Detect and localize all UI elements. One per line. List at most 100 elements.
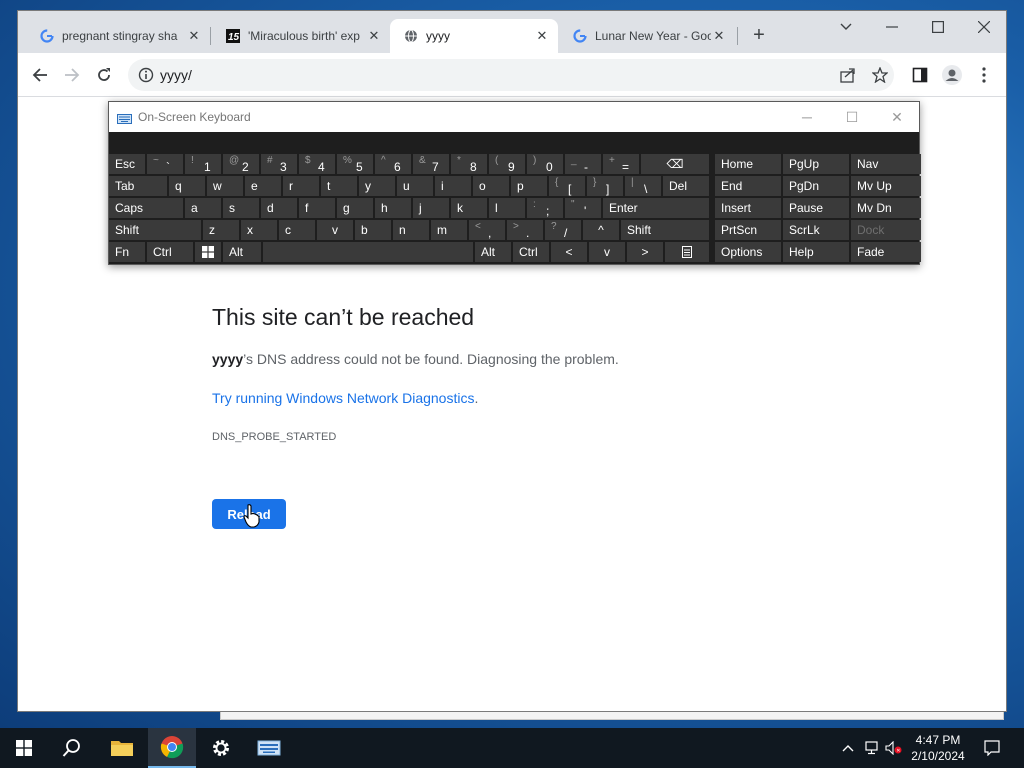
forward-arrow-icon[interactable] [60,63,84,87]
network-diagnostics-link[interactable]: Try running Windows Network Diagnostics [212,390,474,406]
key-⌫[interactable]: ⌫ [641,154,709,174]
more-menu-icon[interactable] [974,65,994,85]
tab-miraculous-birth[interactable]: 15 'Miraculous birth' exp ✕ [212,19,390,53]
key-^[interactable]: ^ [583,220,619,240]
new-tab-button[interactable]: + [748,25,770,47]
key-pgdn[interactable]: PgDn [783,176,849,196]
key-home[interactable]: Home [715,154,781,174]
key-.[interactable]: >. [507,220,543,240]
key-alt[interactable]: Alt [475,242,511,262]
key-insert[interactable]: Insert [715,198,781,218]
share-icon[interactable] [838,65,858,85]
notifications-icon[interactable] [982,738,1002,758]
volume-muted-icon[interactable]: ✕ [884,738,904,758]
key-\[interactable]: | \ [625,176,661,196]
osk-titlebar[interactable]: On-Screen Keyboard ─ ☐ ✕ [109,102,919,132]
key-n[interactable]: n [393,220,429,240]
key-fade[interactable]: Fade [851,242,921,262]
profile-avatar-icon[interactable] [942,65,962,85]
key-mv-up[interactable]: Mv Up [851,176,921,196]
key-r[interactable]: r [283,176,319,196]
key-pause[interactable]: Pause [783,198,849,218]
key-shift[interactable]: Shift [109,220,201,240]
key--[interactable]: _ - [565,154,601,174]
key-esc[interactable]: Esc [109,154,145,174]
key-tab[interactable]: Tab [109,176,167,196]
bookmark-star-icon[interactable] [870,65,890,85]
key-c[interactable]: c [279,220,315,240]
key-s[interactable]: s [223,198,259,218]
key-ctrl[interactable]: Ctrl [147,242,193,262]
key-[[interactable]: {[ [549,176,585,196]
key-alt[interactable]: Alt [223,242,261,262]
key-;[interactable]: :; [527,198,563,218]
key->[interactable]: > [627,242,663,262]
key-w[interactable]: w [207,176,243,196]
key-8[interactable]: * 8 [451,154,487,174]
key-0[interactable]: ) 0 [527,154,563,174]
key-a[interactable]: a [185,198,221,218]
start-windows-icon[interactable] [0,728,48,768]
key-m[interactable]: m [431,220,467,240]
key-u[interactable]: u [397,176,433,196]
back-arrow-icon[interactable] [28,63,52,87]
file-explorer-folder-icon[interactable] [98,728,146,768]
key-help[interactable]: Help [783,242,849,262]
key-v[interactable]: v [317,220,353,240]
key-v[interactable]: v [589,242,625,262]
key-del[interactable]: Del [663,176,709,196]
key-menu-icon[interactable] [665,242,709,262]
osk-maximize-icon[interactable]: ☐ [837,106,867,128]
key-9[interactable]: (9 [489,154,525,174]
key-scrlk[interactable]: ScrLk [783,220,849,240]
key-p[interactable]: p [511,176,547,196]
tab-pregnant-stingray[interactable]: pregnant stingray sha ✕ [26,19,210,53]
show-hidden-icons-chevron-up-icon[interactable] [838,738,858,758]
network-icon[interactable] [862,738,882,758]
key-end[interactable]: End [715,176,781,196]
key-i[interactable]: i [435,176,471,196]
tab-close-icon[interactable]: ✕ [366,28,382,44]
settings-gear-icon[interactable] [197,728,245,768]
key-3[interactable]: #3 [261,154,297,174]
key-h[interactable]: h [375,198,411,218]
tab-close-icon[interactable]: ✕ [534,28,550,44]
tab-search-chevron-down-icon[interactable] [823,11,869,43]
key-pgup[interactable]: PgUp [783,154,849,174]
tab-close-icon[interactable]: ✕ [711,28,727,44]
key-shift[interactable]: Shift [621,220,709,240]
key-e[interactable]: e [245,176,281,196]
key-/[interactable]: ? / [545,220,581,240]
key-g[interactable]: g [337,198,373,218]
chrome-taskbar-icon[interactable] [148,728,196,768]
tab-yyyy[interactable]: yyyy ✕ [390,19,558,53]
key-ctrl[interactable]: Ctrl [513,242,549,262]
search-icon[interactable] [48,728,96,768]
key-d[interactable]: d [261,198,297,218]
key-][interactable]: }] [587,176,623,196]
key-`[interactable]: ~ ` [147,154,183,174]
minimize-icon[interactable] [869,11,915,43]
key-windows-icon[interactable] [195,242,221,262]
key-k[interactable]: k [451,198,487,218]
key-,[interactable]: <, [469,220,505,240]
key-x[interactable]: x [241,220,277,240]
key-o[interactable]: o [473,176,509,196]
key-dock[interactable]: Dock [851,220,921,240]
side-panel-icon[interactable] [910,65,930,85]
key-y[interactable]: y [359,176,395,196]
key-caps[interactable]: Caps [109,198,183,218]
key-7[interactable]: & 7 [413,154,449,174]
key-options[interactable]: Options [715,242,781,262]
address-bar[interactable] [128,59,894,91]
tab-close-icon[interactable]: ✕ [186,28,202,44]
tab-lunar-new-year[interactable]: Lunar New Year - Goo ✕ [559,19,735,53]
on-screen-keyboard-taskbar-icon[interactable] [245,728,293,768]
key-q[interactable]: q [169,176,205,196]
key-5[interactable]: % 5 [337,154,373,174]
key-enter[interactable]: Enter [603,198,709,218]
key-j[interactable]: j [413,198,449,218]
key-1[interactable]: ! 1 [185,154,221,174]
key-nav[interactable]: Nav [851,154,921,174]
key-<[interactable]: < [551,242,587,262]
